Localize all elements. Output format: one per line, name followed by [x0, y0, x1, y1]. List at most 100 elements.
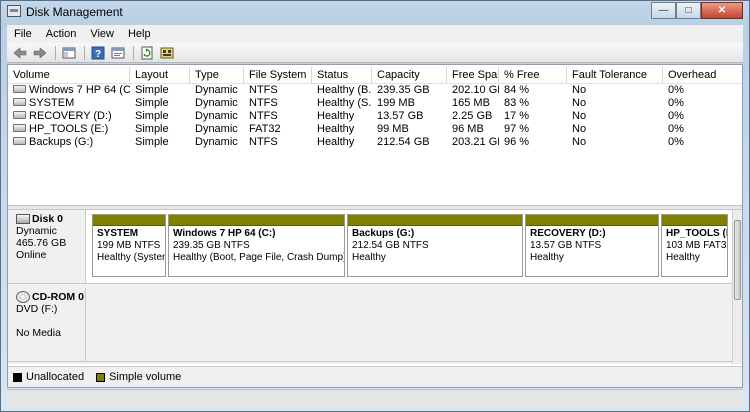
- disk-0-row[interactable]: Disk 0 Dynamic 465.76 GB Online SYSTEM 1…: [8, 210, 732, 284]
- main-content: Volume Layout Type File System Status Ca…: [7, 64, 743, 388]
- disk-name: CD-ROM 0: [32, 291, 84, 303]
- partition-backups-g[interactable]: Backups (G:) 212.54 GB NTFS Healthy: [347, 214, 523, 277]
- partition-hp-tools-e[interactable]: HP_TOOLS (E 103 MB FAT32 Healthy: [661, 214, 728, 277]
- partition-size: 103 MB FAT32: [666, 240, 727, 251]
- back-arrow-icon[interactable]: [11, 45, 29, 61]
- cell-type: Dynamic: [195, 110, 238, 122]
- col-header-volume[interactable]: Volume: [8, 67, 130, 83]
- disk-state: Online: [16, 249, 47, 261]
- cell-overhead: 0%: [668, 136, 684, 148]
- col-header-file-system[interactable]: File System: [244, 67, 312, 83]
- drive-icon: [13, 111, 26, 120]
- cd-rom-0-row[interactable]: CD-ROM 0 DVD (F:) No Media: [8, 288, 732, 362]
- cell-status: Healthy (B...: [317, 84, 372, 96]
- col-header-status[interactable]: Status: [312, 67, 372, 83]
- toolbar-separator: [55, 45, 56, 60]
- partition-status: Healthy (Boot, Page File, Crash Dump): [173, 252, 344, 263]
- simple-volume-bar: [662, 215, 727, 226]
- cell-percent-free: 84 %: [504, 84, 530, 96]
- disk-0-label[interactable]: Disk 0 Dynamic 465.76 GB Online: [8, 210, 86, 283]
- drive-icon: [13, 124, 26, 133]
- cell-volume: Windows 7 HP 64 (C:): [8, 84, 130, 97]
- window-title: Disk Management: [26, 5, 123, 19]
- vertical-scrollbar[interactable]: [732, 210, 742, 364]
- cell-status: Healthy: [317, 110, 355, 122]
- cell-fault-tolerance: No: [572, 110, 587, 122]
- forward-arrow-icon[interactable]: [31, 45, 49, 61]
- col-header-layout[interactable]: Layout: [130, 67, 190, 83]
- partition-system[interactable]: SYSTEM 199 MB NTFS Healthy (Systen: [92, 214, 166, 277]
- cell-layout: Simple: [135, 97, 169, 109]
- simple-volume-bar: [526, 215, 658, 226]
- disk-name: Disk 0: [32, 213, 63, 225]
- cell-capacity: 212.54 GB: [377, 136, 430, 148]
- partition-name: RECOVERY (D:): [530, 228, 606, 239]
- status-bar: [7, 389, 743, 407]
- cell-file-system: NTFS: [249, 97, 278, 109]
- col-header-percent-free[interactable]: % Free: [499, 67, 567, 83]
- close-button[interactable]: ✕: [701, 2, 743, 19]
- table-row[interactable]: HP_TOOLS (E:) Simple Dynamic FAT32 Healt…: [8, 123, 742, 136]
- partition-name: SYSTEM: [97, 228, 139, 239]
- volume-name: Windows 7 HP 64 (C:): [29, 84, 130, 96]
- console-tree-icon[interactable]: [60, 45, 78, 61]
- volume-name: SYSTEM: [29, 97, 75, 109]
- menu-help[interactable]: Help: [121, 28, 158, 40]
- drive-icon: [13, 98, 26, 107]
- rescan-icon[interactable]: [158, 45, 176, 61]
- cell-fault-tolerance: No: [572, 136, 587, 148]
- maximize-button[interactable]: □: [676, 2, 701, 19]
- cell-status: Healthy (S...: [317, 97, 372, 109]
- partition-info: HP_TOOLS (E 103 MB FAT32 Healthy: [662, 226, 727, 266]
- simple-volume-bar: [348, 215, 522, 226]
- col-header-overhead[interactable]: Overhead: [663, 67, 742, 83]
- cell-status: Healthy: [317, 136, 355, 148]
- menu-action[interactable]: Action: [39, 28, 84, 40]
- refresh-icon[interactable]: [138, 45, 156, 61]
- cell-layout: Simple: [135, 123, 169, 135]
- disk-state: No Media: [16, 327, 61, 339]
- cell-capacity: 239.35 GB: [377, 84, 430, 96]
- cell-free-space: 2.25 GB: [452, 110, 493, 122]
- cd-rom-0-label[interactable]: CD-ROM 0 DVD (F:) No Media: [8, 288, 86, 361]
- table-row[interactable]: Backups (G:) Simple Dynamic NTFS Healthy…: [8, 136, 742, 149]
- properties-icon[interactable]: [109, 45, 127, 61]
- volume-table-header: Volume Layout Type File System Status Ca…: [8, 67, 742, 84]
- table-row[interactable]: Windows 7 HP 64 (C:) Simple Dynamic NTFS…: [8, 84, 742, 97]
- cell-free-space: 96 MB: [452, 123, 484, 135]
- menu-bar: File Action View Help: [7, 25, 743, 43]
- col-header-fault-tolerance[interactable]: Fault Tolerance: [567, 67, 663, 83]
- cell-capacity: 199 MB: [377, 97, 415, 109]
- cell-fault-tolerance: No: [572, 97, 587, 109]
- col-header-type[interactable]: Type: [190, 67, 244, 83]
- menu-file[interactable]: File: [7, 28, 39, 40]
- col-header-free-space[interactable]: Free Spa...: [447, 67, 499, 83]
- partition-windows-c[interactable]: Windows 7 HP 64 (C:) 239.35 GB NTFS Heal…: [168, 214, 345, 277]
- cell-type: Dynamic: [195, 97, 238, 109]
- table-row[interactable]: RECOVERY (D:) Simple Dynamic NTFS Health…: [8, 110, 742, 123]
- toolbar-separator: [133, 45, 134, 60]
- cell-volume: HP_TOOLS (E:): [8, 123, 130, 136]
- help-icon[interactable]: ?: [89, 45, 107, 61]
- disk-type: Dynamic: [16, 225, 57, 237]
- menu-view[interactable]: View: [83, 28, 121, 40]
- cell-overhead: 0%: [668, 123, 684, 135]
- cell-file-system: NTFS: [249, 136, 278, 148]
- simple-volume-bar: [93, 215, 165, 226]
- partition-recovery-d[interactable]: RECOVERY (D:) 13.57 GB NTFS Healthy: [525, 214, 659, 277]
- title-bar[interactable]: Disk Management — □ ✕: [1, 1, 749, 23]
- col-header-capacity[interactable]: Capacity: [372, 67, 447, 83]
- cell-fault-tolerance: No: [572, 84, 587, 96]
- hard-disk-icon: [16, 214, 30, 224]
- legend-bar: Unallocated Simple volume: [8, 366, 742, 387]
- cell-type: Dynamic: [195, 136, 238, 148]
- partition-size: 239.35 GB NTFS: [173, 240, 250, 251]
- scrollbar-thumb[interactable]: [734, 220, 741, 300]
- cell-capacity: 99 MB: [377, 123, 409, 135]
- cell-status: Healthy: [317, 123, 355, 135]
- partition-name: Backups (G:): [352, 228, 415, 239]
- table-row[interactable]: SYSTEM Simple Dynamic NTFS Healthy (S...…: [8, 97, 742, 110]
- volume-name: RECOVERY (D:): [29, 110, 112, 122]
- simple-volume-swatch: [96, 372, 106, 382]
- minimize-button[interactable]: —: [651, 2, 676, 19]
